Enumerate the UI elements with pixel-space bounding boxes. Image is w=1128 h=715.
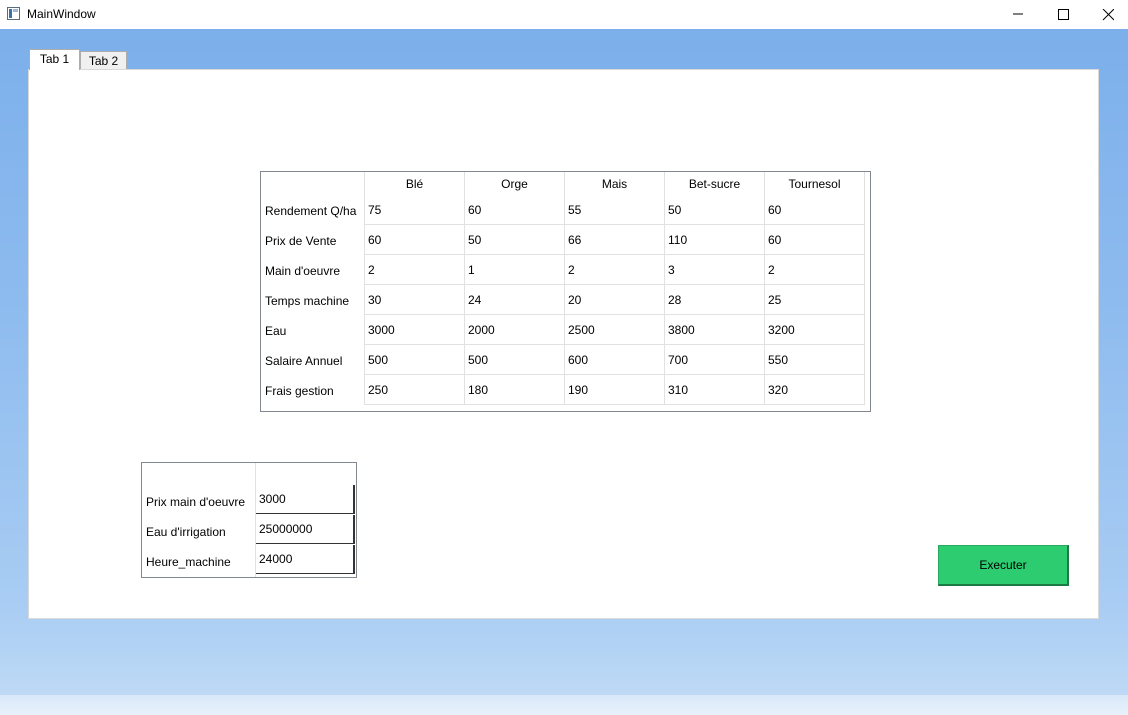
table-gridline [464, 172, 465, 405]
tab-2[interactable]: Tab 2 [80, 51, 127, 70]
close-button[interactable] [1085, 0, 1128, 29]
machine-hours-input[interactable]: 24000 [256, 545, 355, 574]
column-header[interactable]: Blé [365, 172, 464, 198]
app-window-icon [7, 7, 20, 20]
table-cell[interactable]: 3200 [768, 323, 795, 337]
table-cell[interactable]: 310 [668, 383, 688, 397]
table-cell[interactable]: 60 [368, 233, 381, 247]
table-cell[interactable]: 2 [768, 263, 775, 277]
table-cell[interactable]: 190 [568, 383, 588, 397]
labor-price-input[interactable]: 3000 [256, 485, 355, 514]
close-icon [1102, 9, 1114, 21]
table-cell[interactable]: 24 [468, 293, 481, 307]
table-gridline [664, 172, 665, 405]
table-cell[interactable]: 180 [468, 383, 488, 397]
crop-data-table: Blé Orge Mais Bet-sucre Tournesol Rendem… [260, 171, 871, 412]
column-header[interactable]: Bet-sucre [665, 172, 764, 198]
row-header[interactable]: Temps machine [265, 294, 349, 308]
table-gridline [364, 344, 864, 345]
window-title: MainWindow [27, 7, 96, 21]
table-cell[interactable]: 50 [468, 233, 481, 247]
table-cell[interactable]: 20 [568, 293, 581, 307]
table-cell[interactable]: 2500 [568, 323, 595, 337]
table-gridline [364, 284, 864, 285]
table-gridline [364, 172, 365, 405]
table-cell[interactable]: 250 [368, 383, 388, 397]
maximize-button[interactable] [1040, 0, 1086, 29]
table-cell[interactable]: 3800 [668, 323, 695, 337]
irrigation-water-input[interactable]: 25000000 [256, 515, 355, 544]
row-header[interactable]: Salaire Annuel [265, 354, 342, 368]
column-header[interactable]: Tournesol [765, 172, 864, 198]
row-header[interactable]: Main d'oeuvre [265, 264, 340, 278]
table-gridline [864, 172, 865, 405]
row-header[interactable]: Rendement Q/ha [265, 204, 356, 218]
minimize-button[interactable] [995, 0, 1041, 29]
table-cell[interactable]: 500 [468, 353, 488, 367]
table-cell[interactable]: 60 [468, 203, 481, 217]
table-cell[interactable]: 55 [568, 203, 581, 217]
table-gridline [364, 314, 864, 315]
table-cell[interactable]: 2 [568, 263, 575, 277]
tab-1[interactable]: Tab 1 [29, 49, 80, 70]
table-cell[interactable]: 600 [568, 353, 588, 367]
table-gridline [364, 224, 864, 225]
table-cell[interactable]: 60 [768, 203, 781, 217]
table-cell[interactable]: 60 [768, 233, 781, 247]
table-cell[interactable]: 320 [768, 383, 788, 397]
param-label-irrigation-water: Eau d'irrigation [146, 525, 226, 539]
table-cell[interactable]: 3000 [368, 323, 395, 337]
table-cell[interactable]: 28 [668, 293, 681, 307]
column-header[interactable]: Orge [465, 172, 564, 198]
param-label-machine-hours: Heure_machine [146, 555, 231, 569]
table-cell[interactable]: 50 [668, 203, 681, 217]
table-cell[interactable]: 110 [668, 233, 687, 247]
table-cell[interactable]: 66 [568, 233, 581, 247]
param-label-labor-price: Prix main d'oeuvre [146, 495, 245, 509]
table-gridline [364, 254, 864, 255]
table-gridline [764, 172, 765, 405]
table-gridline [364, 374, 864, 375]
row-header[interactable]: Frais gestion [265, 384, 334, 398]
table-gridline [564, 172, 565, 405]
table-cell[interactable]: 2 [368, 263, 375, 277]
column-header[interactable]: Mais [565, 172, 664, 198]
table-gridline [364, 404, 864, 405]
table-cell[interactable]: 2000 [468, 323, 495, 337]
table-cell[interactable]: 75 [368, 203, 381, 217]
table-cell[interactable]: 500 [368, 353, 388, 367]
row-header[interactable]: Prix de Vente [265, 234, 336, 248]
table-cell[interactable]: 25 [768, 293, 781, 307]
table-cell[interactable]: 1 [468, 263, 475, 277]
minimize-icon [1013, 13, 1023, 15]
parameters-table: Prix main d'oeuvre 3000 Eau d'irrigation… [141, 462, 357, 578]
title-bar: MainWindow [0, 0, 1128, 29]
row-header[interactable]: Eau [265, 324, 286, 338]
execute-button[interactable]: Executer [938, 545, 1069, 586]
tab-1-panel: Blé Orge Mais Bet-sucre Tournesol Rendem… [28, 69, 1099, 619]
table-cell[interactable]: 3 [668, 263, 675, 277]
table-cell[interactable]: 30 [368, 293, 381, 307]
table-cell[interactable]: 550 [768, 353, 788, 367]
bottom-strip [0, 695, 1128, 715]
maximize-icon [1058, 9, 1069, 20]
table-cell[interactable]: 700 [668, 353, 688, 367]
